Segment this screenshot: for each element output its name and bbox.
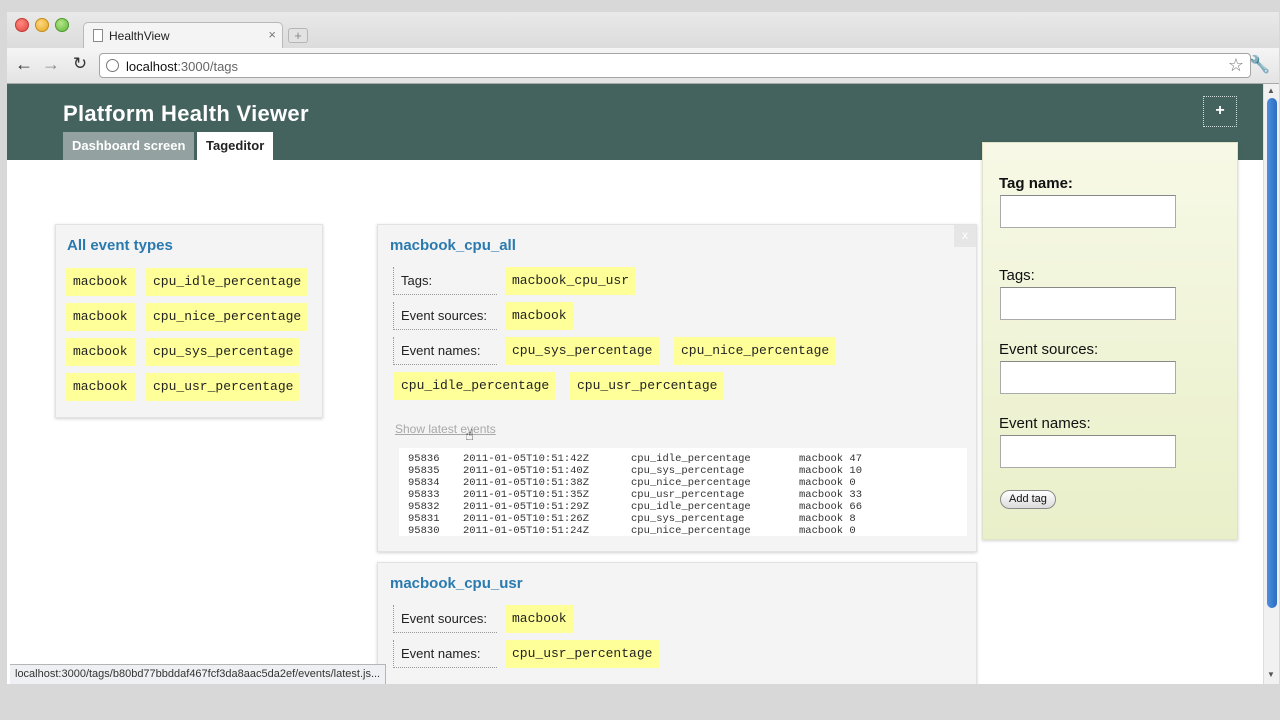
- tag-title[interactable]: macbook_cpu_usr: [390, 575, 523, 592]
- browser-tab-title: HealthView: [109, 29, 170, 43]
- event-type-name-chip[interactable]: cpu_idle_percentage: [146, 268, 309, 296]
- forward-icon[interactable]: →: [40, 54, 62, 75]
- bookmark-star-icon[interactable]: ☆: [1228, 55, 1244, 76]
- event-type-source-chip[interactable]: macbook: [66, 373, 135, 401]
- add-tag-button[interactable]: Add tag: [1000, 490, 1056, 509]
- event-type-source-chip[interactable]: macbook: [66, 338, 135, 366]
- form-event-sources-label: Event sources:: [999, 341, 1099, 358]
- tag-name-input[interactable]: [1000, 195, 1176, 228]
- event-source-chip[interactable]: macbook: [505, 302, 574, 330]
- close-tag-button[interactable]: x: [954, 225, 976, 247]
- scroll-down-icon[interactable]: ▼: [1267, 670, 1275, 679]
- event-names-label: Event names:: [393, 640, 497, 668]
- event-name-chip[interactable]: cpu_sys_percentage: [505, 337, 660, 365]
- page-viewport: Platform Health Viewer Dashboard screen …: [7, 84, 1279, 684]
- browser-toolbar: ← → ↻ localhost:3000/tags ☆ 🔧: [7, 48, 1279, 84]
- event-sources-label: Event sources:: [393, 302, 497, 330]
- event-type-source-chip[interactable]: macbook: [66, 303, 135, 331]
- scroll-thumb[interactable]: [1267, 98, 1277, 608]
- tag-panel-macbook-cpu-all: macbook_cpu_all x Tags: macbook_cpu_usr …: [377, 224, 977, 552]
- reload-icon[interactable]: ↻: [69, 54, 91, 74]
- hand-cursor-icon: ☝: [465, 427, 475, 444]
- tag-panel-macbook-cpu-usr: macbook_cpu_usr Event sources: macbook E…: [377, 562, 977, 684]
- address-url[interactable]: localhost:3000/tags: [126, 59, 238, 74]
- tag-chip[interactable]: macbook_cpu_usr: [505, 267, 637, 295]
- event-type-name-chip[interactable]: cpu_usr_percentage: [146, 373, 301, 401]
- address-bar[interactable]: localhost:3000/tags ☆: [99, 53, 1251, 78]
- window-maximize-icon[interactable]: [55, 18, 69, 32]
- event-name-chip[interactable]: cpu_usr_percentage: [570, 372, 725, 400]
- event-sources-label: Event sources:: [393, 605, 497, 633]
- tab-close-icon[interactable]: ×: [268, 27, 276, 42]
- tab-dashboard-screen[interactable]: Dashboard screen: [63, 132, 195, 160]
- form-tags-label: Tags:: [999, 267, 1035, 284]
- page-title: Platform Health Viewer: [63, 101, 309, 126]
- latest-events-list: 95836 2011-01-05T10:51:42Z cpu_idle_percen…: [399, 448, 967, 536]
- wrench-icon[interactable]: 🔧: [1249, 55, 1270, 75]
- page-scrollbar[interactable]: ▲ ▼: [1263, 84, 1279, 684]
- event-sources-input[interactable]: [1000, 361, 1176, 394]
- event-type-source-chip[interactable]: macbook: [66, 268, 135, 296]
- event-name-chip[interactable]: cpu_usr_percentage: [505, 640, 660, 668]
- tags-input[interactable]: [1000, 287, 1176, 320]
- add-tag-form: Tag name: Tags: Event sources: Event nam…: [982, 142, 1238, 540]
- globe-icon: [106, 59, 119, 72]
- tags-label: Tags:: [393, 267, 497, 295]
- event-names-label: Event names:: [393, 337, 497, 365]
- add-button[interactable]: +: [1203, 96, 1237, 127]
- event-type-name-chip[interactable]: cpu_sys_percentage: [146, 338, 301, 366]
- status-bar-url: localhost:3000/tags/b80bd77bbddaf467fcf3…: [10, 664, 387, 684]
- tag-title[interactable]: macbook_cpu_all: [390, 237, 516, 254]
- page-icon: [93, 29, 103, 42]
- tab-tageditor[interactable]: Tageditor: [197, 132, 274, 160]
- browser-window: HealthView × + ← → ↻ localhost:3000/tags…: [7, 12, 1279, 684]
- all-event-types-title[interactable]: All event types: [67, 237, 173, 254]
- show-latest-events-link[interactable]: Show latest events: [395, 422, 496, 436]
- event-names-input[interactable]: [1000, 435, 1176, 468]
- event-name-chip[interactable]: cpu_nice_percentage: [674, 337, 837, 365]
- window-minimize-icon[interactable]: [35, 18, 49, 32]
- event-name-chip[interactable]: cpu_idle_percentage: [394, 372, 557, 400]
- window-close-icon[interactable]: [15, 18, 29, 32]
- back-icon[interactable]: ←: [13, 54, 35, 75]
- scroll-up-icon[interactable]: ▲: [1267, 86, 1275, 95]
- browser-tabstrip: HealthView × +: [7, 12, 1279, 48]
- event-source-chip[interactable]: macbook: [505, 605, 574, 633]
- event-type-name-chip[interactable]: cpu_nice_percentage: [146, 303, 309, 331]
- tag-name-label: Tag name:: [999, 175, 1073, 192]
- browser-tab-healthview[interactable]: HealthView ×: [83, 22, 283, 48]
- new-tab-button[interactable]: +: [288, 28, 308, 43]
- all-event-types-panel: All event types macbook cpu_idle_percent…: [55, 224, 323, 418]
- form-event-names-label: Event names:: [999, 415, 1091, 432]
